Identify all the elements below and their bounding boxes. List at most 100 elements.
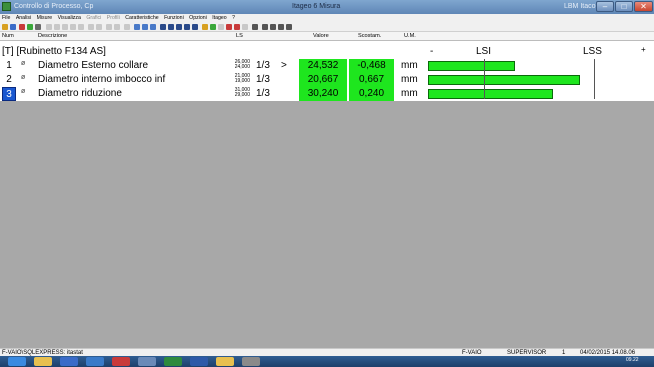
next-icon[interactable] (176, 24, 182, 30)
menu-misure[interactable]: Misure (37, 15, 53, 21)
diameter-icon: ø (21, 60, 26, 67)
excel-icon[interactable] (164, 357, 182, 366)
menu-help[interactable]: ? (232, 15, 235, 21)
wand-icon[interactable] (35, 24, 41, 30)
gear-icon[interactable] (278, 24, 284, 30)
ls-low: 24,000 (234, 64, 250, 70)
doc-icon[interactable] (134, 24, 140, 30)
row-sample-count: 1/3 (256, 74, 270, 85)
app-icon (2, 2, 11, 11)
link-icon[interactable] (242, 24, 248, 30)
last-icon[interactable] (184, 24, 190, 30)
row-limits: 21,000 19,000 (228, 74, 250, 84)
settings-icon[interactable] (286, 24, 292, 30)
lsi-line (484, 59, 485, 99)
row-description: Diametro interno imbocco inf (38, 74, 166, 85)
balance-icon[interactable] (262, 24, 268, 30)
cut-icon[interactable] (46, 24, 52, 30)
header-scostam[interactable]: Scostam. (358, 32, 381, 41)
graph-icon[interactable] (218, 24, 224, 30)
chart-icon[interactable] (270, 24, 276, 30)
column-header: Num Descrizione LS Valore Scostam. U.M. (0, 32, 654, 41)
prev-icon[interactable] (168, 24, 174, 30)
header-um[interactable]: U.M. (404, 32, 416, 41)
row-value[interactable]: 20,667 (299, 73, 347, 87)
tool-icon[interactable] (242, 357, 260, 366)
lss-line (594, 59, 595, 99)
format-icon[interactable] (70, 24, 76, 30)
row-marker: > (281, 60, 287, 71)
ls-low: 29,000 (234, 92, 250, 98)
menu-grafici[interactable]: Grafici (86, 15, 101, 21)
word-icon[interactable] (190, 357, 208, 366)
diamond-icon[interactable] (202, 24, 208, 30)
row-description: Diametro riduzione (38, 88, 122, 99)
expand-icon[interactable]: + (641, 45, 646, 54)
table-row[interactable]: 3 ø Diametro riduzione 31,000 29,000 1/3 … (0, 87, 654, 101)
open-icon[interactable] (2, 24, 8, 30)
delete-icon[interactable] (19, 24, 25, 30)
ie-icon[interactable] (60, 357, 78, 366)
menu-visualizza[interactable]: Visualizza (58, 15, 81, 21)
group-row[interactable]: [T] [Rubinetto F134 AS] - LSI LSS + (0, 44, 654, 58)
menu-itageo[interactable]: Itageo (212, 15, 226, 21)
taskbar: 09.22 (0, 356, 654, 367)
explorer-icon[interactable] (34, 357, 52, 366)
paste-icon[interactable] (62, 24, 68, 30)
help-icon[interactable] (106, 24, 112, 30)
toolbar (0, 23, 654, 32)
menu-file[interactable]: File (2, 15, 10, 21)
tolerance-bar (428, 61, 515, 71)
save-icon[interactable] (10, 24, 16, 30)
ls-low: 19,000 (234, 78, 250, 84)
table-row[interactable]: 1 ø Diametro Esterno collare 26,000 24,00… (0, 59, 654, 73)
menu-opzioni[interactable]: Opzioni (189, 15, 207, 21)
sort-icon[interactable] (88, 24, 94, 30)
filter-icon[interactable] (96, 24, 102, 30)
app-icon-taskbar[interactable] (138, 357, 156, 366)
start-icon[interactable] (8, 357, 26, 366)
text-icon[interactable] (78, 24, 84, 30)
user-label: LBM Itaco (564, 3, 596, 10)
outlook-icon[interactable] (86, 357, 104, 366)
minimize-button[interactable]: – (596, 1, 614, 12)
copy-icon[interactable] (54, 24, 60, 30)
list-icon[interactable] (124, 24, 130, 30)
maximize-button[interactable]: □ (615, 1, 633, 12)
tolerance-bar (428, 89, 553, 99)
row-value[interactable]: 24,532 (299, 59, 347, 73)
header-descrizione[interactable]: Descrizione (38, 32, 67, 41)
pin-icon[interactable] (226, 24, 232, 30)
record-icon[interactable] (234, 24, 240, 30)
header-ls[interactable]: LS (236, 32, 243, 41)
folder-icon[interactable] (216, 357, 234, 366)
report-icon[interactable] (150, 24, 156, 30)
check-icon[interactable] (210, 24, 216, 30)
info-icon[interactable] (114, 24, 120, 30)
row-number[interactable]: 1 (2, 59, 16, 73)
diameter-icon: ø (21, 88, 26, 95)
pause-icon[interactable] (252, 24, 258, 30)
table-row[interactable]: 2 ø Diametro interno imbocco inf 21,000 1… (0, 73, 654, 87)
header-num[interactable]: Num (2, 32, 14, 41)
first-icon[interactable] (160, 24, 166, 30)
sheet-icon[interactable] (142, 24, 148, 30)
row-limits: 31,000 29,000 (228, 88, 250, 98)
tolerance-bar (428, 75, 580, 85)
menu-caratteristiche[interactable]: Caratteristiche (125, 15, 158, 21)
menu-analisi[interactable]: Analisi (16, 15, 31, 21)
menu-funzioni[interactable]: Funzioni (164, 15, 184, 21)
row-number-selected[interactable]: 3 (2, 87, 16, 101)
row-number[interactable]: 2 (2, 73, 16, 87)
refresh-icon[interactable] (192, 24, 198, 30)
close-button[interactable]: ✕ (634, 1, 653, 12)
clock[interactable]: 09.22 (626, 357, 639, 363)
app-title: Controllo di Processo, Cp (14, 3, 94, 10)
access-icon[interactable] (112, 357, 130, 366)
row-sample-count: 1/3 (256, 88, 270, 99)
header-valore[interactable]: Valore (313, 32, 329, 41)
menu-profili[interactable]: Profili (107, 15, 120, 21)
add-icon[interactable] (27, 24, 33, 30)
row-sample-count: 1/3 (256, 60, 270, 71)
row-value[interactable]: 30,240 (299, 87, 347, 101)
